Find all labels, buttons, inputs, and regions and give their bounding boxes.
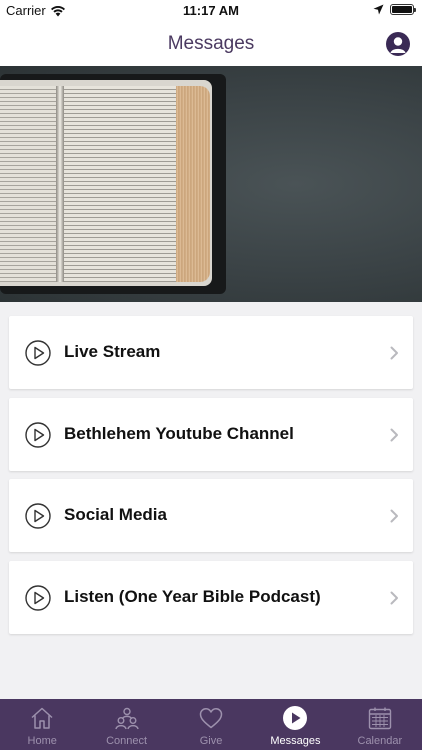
tab-label: Home (27, 735, 57, 747)
tab-home[interactable]: Home (0, 699, 84, 750)
tab-label: Calendar (357, 735, 403, 747)
tab-give[interactable]: Give (169, 699, 253, 750)
people-icon (114, 707, 139, 730)
play-circle-icon (25, 585, 51, 611)
tab-label: Messages (270, 735, 321, 747)
list-item-youtube-channel[interactable]: Bethlehem Youtube Channel (9, 398, 413, 471)
status-bar: Carrier 11:17 AM (0, 0, 422, 22)
tab-connect[interactable]: Connect (84, 699, 168, 750)
tab-messages[interactable]: Messages (253, 699, 337, 750)
profile-button[interactable] (386, 32, 410, 56)
chevron-right-icon (390, 509, 398, 523)
calendar-icon (368, 707, 392, 730)
list-item-bible-podcast[interactable]: Listen (One Year Bible Podcast) (9, 561, 413, 634)
status-time: 11:17 AM (183, 3, 239, 18)
list-item-label: Live Stream (64, 342, 161, 361)
heart-icon (199, 708, 223, 729)
tab-label: Give (199, 735, 223, 747)
chevron-right-icon (390, 591, 398, 605)
location-arrow-icon (373, 4, 384, 15)
tab-calendar[interactable]: Calendar (338, 699, 422, 750)
play-icon (283, 706, 308, 730)
play-circle-icon (25, 340, 51, 366)
status-indicators (373, 4, 416, 15)
list-item-social-media[interactable]: Social Media (9, 479, 413, 552)
list-item-label: Social Media (64, 505, 167, 524)
hero-bible-image (0, 66, 422, 302)
home-icon (31, 707, 53, 729)
chevron-right-icon (390, 346, 398, 360)
tab-label: Connect (106, 735, 148, 747)
nav-bar: Messages (0, 22, 422, 66)
tab-bar: Home Connect Give Messages Calendar (0, 699, 422, 750)
list-item-live-stream[interactable]: Live Stream (9, 316, 413, 389)
list-item-label: Listen (One Year Bible Podcast) (64, 587, 321, 606)
play-circle-icon (25, 503, 51, 529)
chevron-right-icon (390, 428, 398, 442)
list-item-label: Bethlehem Youtube Channel (64, 424, 294, 443)
person-icon (390, 37, 406, 53)
play-circle-icon (25, 422, 51, 448)
page-title: Messages (167, 33, 255, 54)
battery-icon (390, 4, 416, 15)
